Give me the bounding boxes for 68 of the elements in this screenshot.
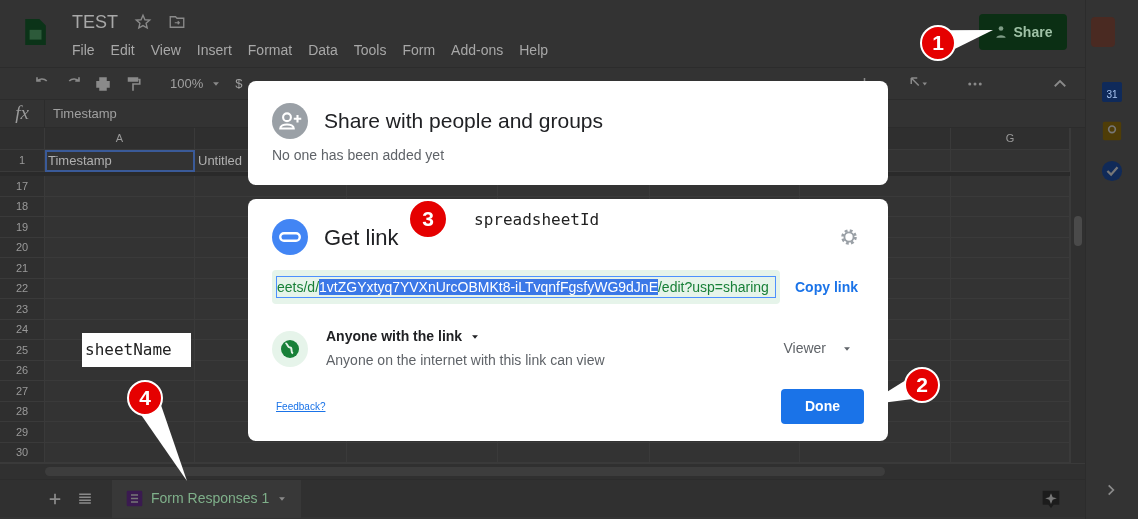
row-number[interactable]: 24: [0, 319, 45, 340]
role-dropdown[interactable]: Viewer: [783, 338, 852, 359]
menu-item[interactable]: Format: [247, 40, 293, 61]
callout-number: 2: [904, 367, 940, 403]
calendar-icon[interactable]: 31: [1102, 82, 1122, 102]
share-button[interactable]: Share: [979, 14, 1067, 50]
row-number[interactable]: 1: [0, 150, 45, 172]
fx-label: fx: [0, 99, 45, 128]
all-sheets-button[interactable]: [78, 491, 92, 506]
plus-icon: [48, 491, 62, 506]
row-number[interactable]: 18: [0, 196, 45, 217]
menu-item[interactable]: Tools: [353, 40, 387, 61]
access-description: Anyone on the internet with this link can view: [326, 351, 605, 370]
scrollbar-thumb[interactable]: [45, 467, 885, 476]
table-cell[interactable]: Timestamp: [45, 150, 195, 172]
scrollbar-thumb[interactable]: [1074, 216, 1082, 246]
menu-item[interactable]: View: [150, 40, 181, 61]
menu-item[interactable]: Form: [402, 40, 436, 61]
row-number[interactable]: 22: [0, 278, 45, 299]
sheet-tab[interactable]: Form Responses 1: [112, 479, 302, 518]
callout-number: 1: [920, 25, 956, 61]
tab-label: Form Responses 1: [151, 489, 270, 508]
menu-item[interactable]: Add-ons: [451, 40, 504, 61]
column-header[interactable]: A: [45, 128, 195, 150]
annotation-tooltip: sheetName: [82, 333, 191, 367]
row-number[interactable]: 25: [0, 340, 45, 361]
row-number[interactable]: 27: [0, 381, 45, 402]
copy-link-button[interactable]: Copy link: [795, 276, 858, 298]
column-header[interactable]: G: [951, 128, 1070, 150]
row-number[interactable]: 20: [0, 237, 45, 258]
list-icon: [78, 491, 92, 506]
row-number[interactable]: 23: [0, 299, 45, 320]
link-icon: [272, 219, 308, 255]
print-icon[interactable]: [94, 74, 112, 93]
dialog-title: Get link: [324, 223, 399, 252]
document-title[interactable]: TEST: [72, 12, 118, 32]
check-circle-icon[interactable]: [1101, 160, 1123, 182]
row-number[interactable]: 26: [0, 360, 45, 381]
menu-item[interactable]: File: [72, 40, 95, 61]
dialog-title: Share with people and groups: [324, 108, 604, 135]
done-button[interactable]: Done: [781, 389, 864, 424]
formula-input[interactable]: Timestamp: [53, 103, 117, 124]
callout-number: 4: [127, 380, 163, 416]
add-person-icon: [272, 103, 308, 139]
menu-item[interactable]: Insert: [196, 40, 232, 61]
person-icon: [993, 24, 1008, 40]
form-icon: [126, 490, 143, 507]
menu-item[interactable]: Help: [519, 40, 549, 61]
row-number[interactable]: 30: [0, 442, 45, 463]
currency-format-button[interactable]: $: [235, 73, 243, 94]
settings-icon[interactable]: [838, 226, 860, 248]
access-dropdown[interactable]: Anyone with the link: [326, 326, 605, 347]
row-number[interactable]: 29: [0, 422, 45, 443]
feedback-link[interactable]: Feedback?: [276, 399, 326, 414]
annotation-label: spreadsheetId: [474, 209, 600, 231]
add-sheet-button[interactable]: [48, 491, 62, 506]
star-icon[interactable]: [134, 13, 152, 31]
row-number[interactable]: 17: [0, 176, 45, 197]
folder-icon[interactable]: [168, 13, 186, 31]
menu-item[interactable]: Data: [308, 40, 338, 61]
row-number[interactable]: 21: [0, 258, 45, 279]
lightbulb-icon[interactable]: [1102, 120, 1122, 142]
row-number[interactable]: 28: [0, 401, 45, 422]
dialog-subtitle: No one has been added yet: [272, 146, 446, 165]
row-number[interactable]: 19: [0, 217, 45, 238]
menu-item[interactable]: Edit: [110, 40, 135, 61]
zoom-dropdown[interactable]: 100%: [170, 73, 222, 94]
select-all-corner[interactable]: [0, 128, 45, 150]
